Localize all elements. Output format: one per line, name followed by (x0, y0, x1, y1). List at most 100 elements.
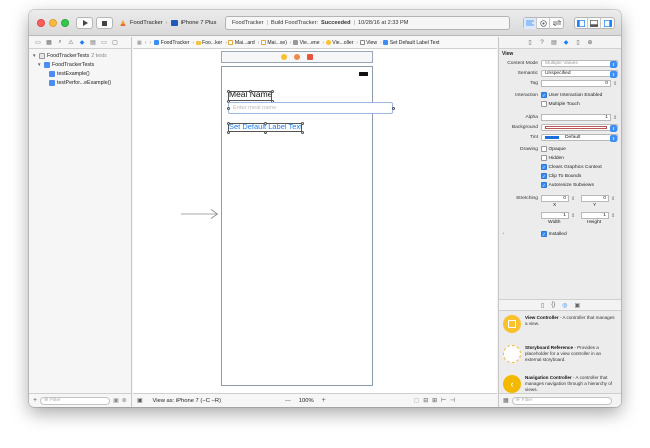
alpha-stepper-icon[interactable]: ⇕ (613, 115, 617, 121)
entry-point-arrow-icon[interactable] (181, 209, 219, 219)
file-template-icon[interactable]: ▯ (541, 302, 544, 309)
disclosure-icon[interactable]: ▼ (32, 53, 37, 58)
tag-field[interactable]: 0 (541, 80, 611, 87)
resize-handle[interactable] (270, 89, 274, 93)
view-controller-scene[interactable]: Meal Name Enter meal name Set Default La… (221, 66, 395, 386)
jump-item[interactable]: › Mai...ard (225, 40, 255, 46)
add-icon[interactable]: + (33, 397, 37, 404)
list-item[interactable]: testPerfor...eExample() (49, 78, 111, 87)
zoom-level[interactable]: 100% (299, 398, 314, 404)
connections-inspector-icon[interactable]: ⊕ (587, 39, 594, 46)
background-color-well[interactable]: ⇕ (541, 124, 618, 132)
debug-navigator-icon[interactable]: ▤ (89, 39, 97, 46)
library-filter-field[interactable]: ⊜ Filter (511, 396, 612, 405)
jump-item[interactable]: › Mai...se) (258, 40, 287, 46)
user-interaction-checkbox[interactable]: ✓ User Interaction Enabled (541, 92, 602, 99)
minimize-button[interactable] (49, 19, 57, 27)
list-item[interactable]: ▼ FoodTrackerTests (37, 60, 94, 69)
grid-view-icon[interactable]: ▦ (503, 397, 509, 404)
debug-toggle-icon[interactable] (588, 17, 601, 29)
back-icon[interactable]: ‹ (145, 40, 147, 46)
standard-editor-icon[interactable] (524, 17, 537, 29)
view-as-device[interactable]: View as: iPhone 7 (−C −R) (152, 398, 221, 404)
exit-icon[interactable] (307, 54, 313, 60)
multiple-touch-checkbox[interactable]: Multiple Touch (541, 101, 580, 108)
size-inspector-icon[interactable]: ▯ (575, 39, 582, 46)
close-button[interactable] (37, 19, 45, 27)
resize-handle[interactable] (248, 89, 252, 93)
symbol-navigator-icon[interactable]: ▦ (45, 39, 53, 46)
resize-handle[interactable] (226, 121, 230, 125)
breakpoint-navigator-icon[interactable]: ▭ (100, 39, 108, 46)
update-frames-icon[interactable]: ▢ (414, 398, 419, 404)
list-item[interactable]: testExample() (49, 69, 90, 78)
storyboard-canvas[interactable]: Meal Name Enter meal name Set Default La… (133, 49, 497, 393)
zoom-in-button[interactable]: + (322, 397, 326, 404)
hidden-checkbox[interactable]: Hidden (541, 155, 564, 162)
scheme-selector[interactable]: FoodTracker › iPhone 7 Plus (119, 17, 216, 29)
zoom-button[interactable] (61, 19, 69, 27)
resize-handle[interactable] (263, 130, 267, 134)
panel-toggle-segment[interactable] (574, 17, 615, 29)
forward-icon[interactable]: › (150, 40, 152, 46)
object-library-icon[interactable]: ◎ (562, 302, 567, 309)
meal-name-text-field[interactable]: Enter meal name (228, 102, 393, 114)
tint-color-well[interactable]: Default ⇕ (541, 134, 618, 142)
file-inspector-icon[interactable]: ▯ (527, 39, 534, 46)
jump-item[interactable]: FoodTracker (154, 40, 189, 46)
navigator-filter-field[interactable]: ⊜ Filter (40, 396, 111, 405)
library-item[interactable]: View Controller - A controller that mana… (499, 312, 621, 343)
editor-mode-segment[interactable] (523, 17, 564, 29)
clip-to-bounds-checkbox[interactable]: ✓ Clip To Bounds (541, 173, 581, 180)
code-snippet-icon[interactable]: {} (551, 302, 555, 308)
run-button[interactable] (76, 17, 93, 29)
disclosure-icon[interactable]: ▼ (37, 62, 42, 67)
report-navigator-icon[interactable]: ▢ (111, 39, 119, 46)
installed-checkbox[interactable]: ✓ Installed (541, 231, 567, 238)
jump-item[interactable]: › Foo...ker (192, 40, 222, 46)
list-item[interactable]: ▼ FoodTrackerTests 2 tests (32, 51, 107, 60)
semantic-popup[interactable]: Unspecified ⇕ (541, 70, 618, 78)
find-navigator-icon[interactable]: ⌕ (56, 39, 64, 46)
jump-item[interactable]: › Vie...ene (290, 40, 320, 46)
recent-filter-icon[interactable]: ▣ (113, 397, 119, 404)
zoom-out-button[interactable]: — (285, 398, 291, 404)
jump-item[interactable]: › Vie...oller (323, 40, 354, 46)
assistant-editor-icon[interactable] (537, 17, 550, 29)
media-library-icon[interactable]: ▣ (574, 302, 580, 309)
tag-stepper-icon[interactable]: ⇕ (613, 81, 617, 87)
alpha-field[interactable]: 1 (541, 114, 611, 121)
plus-variation-icon[interactable]: + (502, 232, 505, 237)
project-navigator-icon[interactable]: ▭ (34, 39, 42, 46)
resize-handle[interactable] (226, 130, 230, 134)
resolve-issues-icon[interactable]: ⊣ (450, 398, 455, 404)
align-icon[interactable]: ⊞ (432, 398, 437, 404)
attributes-inspector-icon[interactable]: ◆ (563, 39, 570, 46)
library-item[interactable]: Storyboard Reference - Provides a placeh… (499, 342, 621, 373)
utilities-toggle-icon[interactable] (601, 18, 614, 29)
stop-button[interactable] (96, 17, 113, 29)
resize-handle[interactable] (226, 89, 230, 93)
first-responder-icon[interactable] (294, 54, 300, 60)
embed-stack-icon[interactable]: ⊟ (423, 398, 428, 404)
resize-handle[interactable] (300, 130, 304, 134)
resize-handle[interactable] (300, 121, 304, 125)
resize-handle[interactable] (226, 106, 230, 110)
jump-item[interactable]: › View (356, 40, 377, 46)
resize-handle[interactable] (391, 106, 395, 110)
clears-graphics-checkbox[interactable]: ✓ Clears Graphics Context (541, 164, 602, 171)
jump-item[interactable]: › Set Default Label Text (380, 40, 439, 46)
identity-inspector-icon[interactable]: ▤ (551, 39, 558, 46)
document-outline-icon[interactable]: ▣ (137, 398, 142, 404)
related-items-icon[interactable]: ▦ (137, 40, 142, 46)
status-filter-icon[interactable]: ⊗ (122, 397, 127, 404)
version-editor-icon[interactable] (550, 18, 563, 29)
issue-navigator-icon[interactable]: ⚠ (67, 39, 75, 46)
view-controller-icon[interactable] (281, 54, 287, 60)
test-navigator-icon[interactable]: ◆ (78, 39, 86, 46)
content-mode-popup[interactable]: Multiple Values ⇕ (541, 60, 618, 68)
quick-help-icon[interactable]: ? (539, 39, 546, 46)
pin-icon[interactable]: ⊢ (441, 398, 446, 404)
opaque-checkbox[interactable]: Opaque (541, 146, 566, 153)
resize-handle[interactable] (263, 121, 267, 125)
